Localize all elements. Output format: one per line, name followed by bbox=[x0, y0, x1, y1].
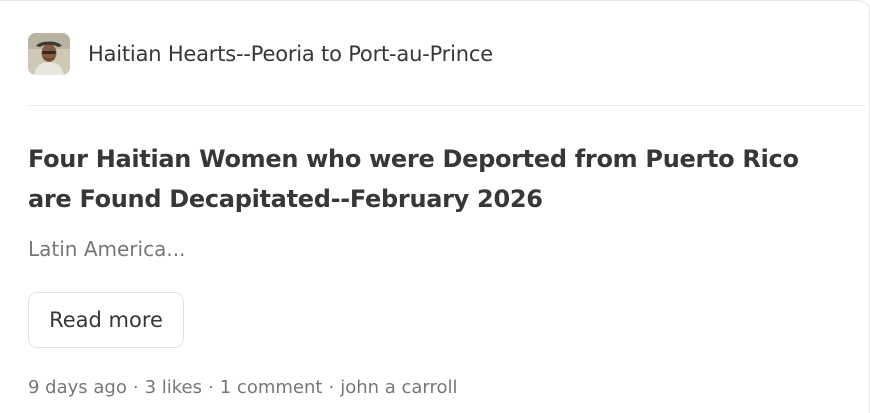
meta-separator: · bbox=[328, 377, 335, 398]
likes-count[interactable]: 3 likes bbox=[145, 375, 202, 401]
author-name[interactable]: john a carroll bbox=[340, 375, 457, 401]
read-more-button[interactable]: Read more bbox=[28, 292, 184, 348]
publication-header[interactable]: Haitian Hearts--Peoria to Port-au-Prince bbox=[28, 33, 493, 75]
post-card: Haitian Hearts--Peoria to Port-au-Prince… bbox=[0, 0, 870, 413]
publication-name[interactable]: Haitian Hearts--Peoria to Port-au-Prince bbox=[88, 42, 493, 66]
meta-separator: · bbox=[208, 377, 214, 398]
post-age: 9 days ago bbox=[28, 377, 127, 398]
meta-separator: · bbox=[132, 377, 139, 398]
post-meta: 9 days ago · 3 likes · 1 comment · john … bbox=[28, 375, 458, 401]
avatar[interactable] bbox=[28, 33, 70, 75]
post-subtitle: Latin America... bbox=[28, 237, 186, 261]
post-title[interactable]: Four Haitian Women who were Deported fro… bbox=[28, 139, 848, 219]
divider bbox=[28, 105, 865, 106]
comments-count[interactable]: 1 comment bbox=[220, 375, 323, 401]
